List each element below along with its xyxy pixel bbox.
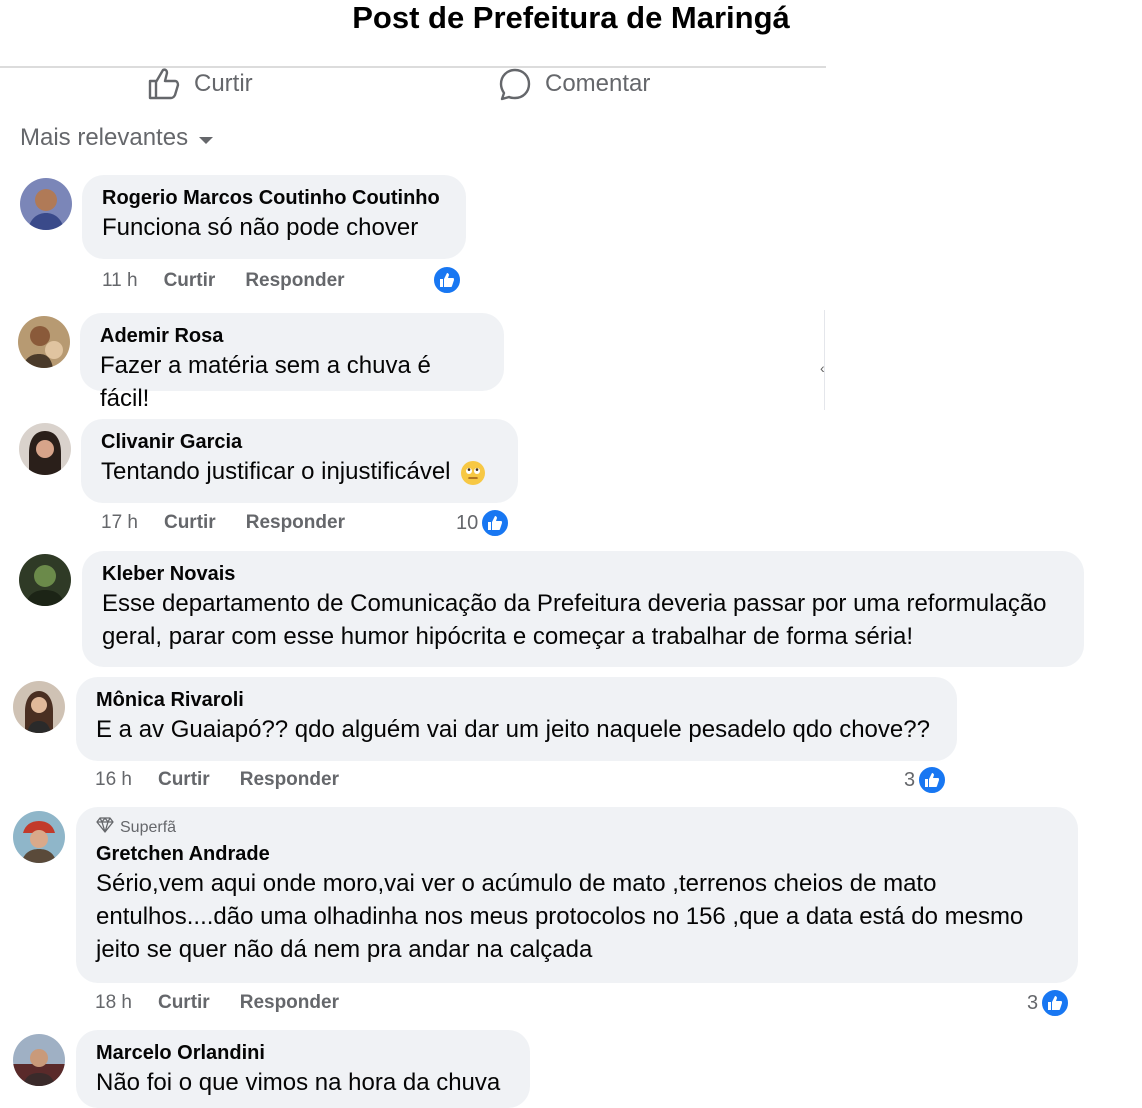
comment-bubble: Marcelo Orlandini Não foi o que vimos na… bbox=[76, 1030, 530, 1108]
comment-text: Não foi o que vimos na hora da chuva bbox=[96, 1069, 501, 1096]
reaction-count[interactable]: 3 bbox=[1027, 988, 1071, 1018]
comment-text: Fazer a matéria sem a chuva é fácil! bbox=[100, 352, 431, 412]
comment-reply-button[interactable]: Responder bbox=[246, 512, 345, 534]
comment-text: Tentando justificar o injustificável bbox=[101, 458, 451, 485]
comment-bubble: Superfã Gretchen Andrade Sério,vem aqui … bbox=[76, 807, 1078, 983]
reaction-count[interactable]: 10 bbox=[456, 508, 511, 538]
avatar[interactable] bbox=[18, 316, 70, 368]
like-reaction-icon bbox=[480, 508, 511, 538]
reaction-number: 3 bbox=[904, 768, 916, 791]
comment-text: Funciona só não pode chover bbox=[102, 214, 419, 241]
avatar[interactable] bbox=[13, 811, 65, 863]
caret-down-icon bbox=[198, 124, 214, 152]
comment-time[interactable]: 11 h bbox=[102, 270, 138, 292]
comment-post-label: Comentar bbox=[545, 70, 651, 97]
avatar[interactable] bbox=[20, 178, 72, 230]
like-reaction-icon bbox=[917, 765, 948, 795]
comment-time[interactable]: 17 h bbox=[101, 512, 138, 534]
comment-text: E a av Guaiapó?? qdo alguém vai dar um j… bbox=[96, 716, 930, 743]
comment-bubble: Kleber Novais Esse departamento de Comun… bbox=[82, 551, 1084, 667]
comment-author[interactable]: Gretchen Andrade bbox=[96, 841, 1058, 867]
comment-bubble: Mônica Rivaroli E a av Guaiapó?? qdo alg… bbox=[76, 677, 957, 761]
badge-label: Superfã bbox=[120, 819, 177, 836]
comment-bubble-icon bbox=[497, 66, 533, 102]
eye-roll-emoji-icon bbox=[461, 460, 486, 485]
comment-meta: 17 h Curtir Responder bbox=[101, 512, 345, 534]
comment-text: Esse departamento de Comunicação da Pref… bbox=[102, 590, 1047, 650]
comment-reply-button[interactable]: Responder bbox=[240, 769, 339, 791]
comment-like-button[interactable]: Curtir bbox=[164, 270, 216, 292]
comment-bubble: Ademir Rosa Fazer a matéria sem a chuva … bbox=[80, 313, 504, 412]
comment-bubble: Clivanir Garcia Tentando justificar o in… bbox=[81, 419, 518, 503]
thumbs-up-icon bbox=[146, 66, 182, 102]
like-reaction-icon bbox=[1040, 988, 1071, 1018]
comment-like-button[interactable]: Curtir bbox=[164, 512, 216, 534]
comment-author[interactable]: Rogerio Marcos Coutinho Coutinho bbox=[102, 185, 446, 211]
comment-author[interactable]: Ademir Rosa bbox=[100, 323, 484, 349]
reaction-number: 10 bbox=[456, 511, 479, 534]
comment-text: Sério,vem aqui onde moro,vai ver o acúmu… bbox=[96, 870, 1024, 963]
comment-author[interactable]: Mônica Rivaroli bbox=[96, 687, 937, 713]
page-title: Post de Prefeitura de Maringá bbox=[352, 0, 790, 35]
comment-post-button[interactable]: Comentar bbox=[497, 66, 650, 102]
avatar[interactable] bbox=[13, 681, 65, 733]
comment-time[interactable]: 16 h bbox=[95, 769, 132, 791]
scroll-marker: ‹ bbox=[820, 360, 825, 376]
comment-reply-button[interactable]: Responder bbox=[245, 270, 344, 292]
comment-meta: 18 h Curtir Responder bbox=[95, 992, 339, 1014]
reaction-count[interactable]: 3 bbox=[904, 765, 948, 795]
comment-time[interactable]: 18 h bbox=[95, 992, 132, 1014]
diamond-icon bbox=[96, 817, 114, 839]
like-reaction-icon bbox=[432, 265, 462, 295]
avatar[interactable] bbox=[13, 1034, 65, 1086]
comment-author[interactable]: Marcelo Orlandini bbox=[96, 1040, 510, 1066]
comment-author[interactable]: Kleber Novais bbox=[102, 561, 1064, 587]
divider bbox=[0, 66, 826, 68]
comment-meta: 16 h Curtir Responder bbox=[95, 769, 339, 791]
sort-dropdown[interactable]: Mais relevantes bbox=[20, 124, 214, 152]
comment-meta: 11 h Curtir Responder bbox=[102, 270, 345, 292]
like-post-label: Curtir bbox=[194, 70, 253, 97]
comment-like-button[interactable]: Curtir bbox=[158, 769, 210, 791]
reaction-number: 3 bbox=[1027, 991, 1039, 1014]
comment-bubble: Rogerio Marcos Coutinho Coutinho Funcion… bbox=[82, 175, 466, 259]
comment-like-button[interactable]: Curtir bbox=[158, 992, 210, 1014]
reaction-count[interactable] bbox=[432, 265, 462, 295]
avatar[interactable] bbox=[19, 554, 71, 606]
superfan-badge: Superfã bbox=[96, 817, 1058, 839]
sort-label: Mais relevantes bbox=[20, 124, 189, 151]
comment-reply-button[interactable]: Responder bbox=[240, 992, 339, 1014]
avatar[interactable] bbox=[19, 423, 71, 475]
comment-author[interactable]: Clivanir Garcia bbox=[101, 429, 498, 455]
comment-text-row: Tentando justificar o injustificável bbox=[101, 455, 498, 488]
like-post-button[interactable]: Curtir bbox=[146, 66, 253, 102]
